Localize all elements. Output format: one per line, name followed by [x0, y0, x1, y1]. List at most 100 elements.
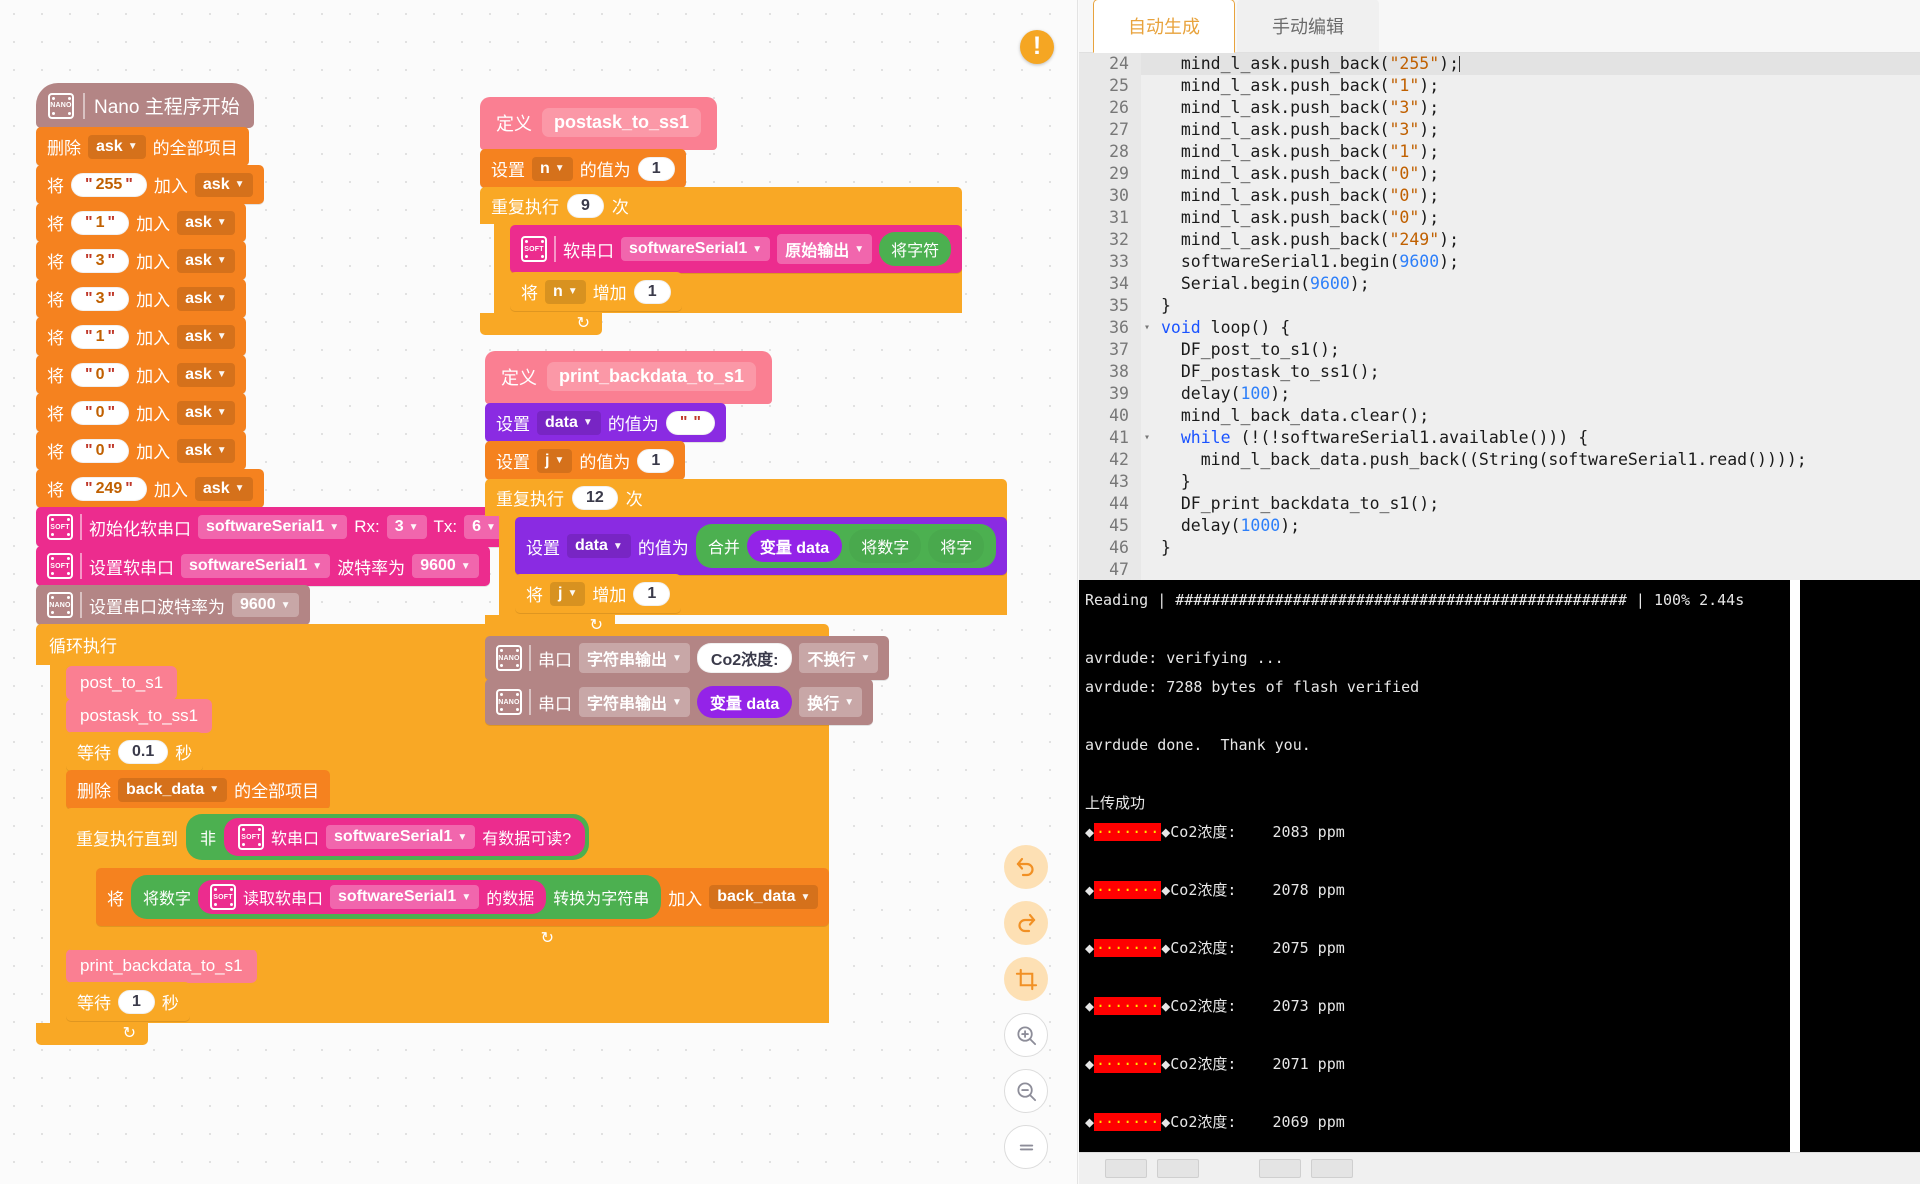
- change-variable-block[interactable]: 将 n ▼ 增加 1: [510, 272, 682, 311]
- wait-block[interactable]: 等待 1 秒: [66, 982, 190, 1021]
- code-line[interactable]: 24 mind_l_ask.push_back("255");: [1079, 53, 1920, 75]
- code-line[interactable]: 43 }: [1079, 471, 1920, 493]
- list-append-block[interactable]: 将 0 加入 ask ▼: [36, 355, 246, 394]
- softserial-init-block[interactable]: SOFT 初始化软串口 softwareSerial1 ▼ Rx: 3 ▼ Tx…: [36, 507, 515, 547]
- code-line[interactable]: 41 ▾ while (!(!softwareSerial1.available(…: [1079, 427, 1920, 449]
- code-editor[interactable]: 24 mind_l_ask.push_back("255"); 25 mind_l…: [1079, 53, 1920, 580]
- list-append-read-block[interactable]: 将 将数字 SOFT 读取软串口 softwareSerial1 ▼ 的数据 转…: [96, 868, 830, 926]
- value-input[interactable]: 1: [71, 210, 130, 235]
- canvas-toolbar[interactable]: [1004, 845, 1048, 1169]
- port-dropdown[interactable]: softwareSerial1 ▼: [326, 825, 476, 849]
- value-input[interactable]: 0: [71, 400, 130, 425]
- variable-dropdown[interactable]: j ▼: [550, 581, 586, 606]
- tab-auto-generate[interactable]: 自动生成: [1093, 0, 1235, 53]
- code-line[interactable]: 26 mind_l_ask.push_back("3");: [1079, 97, 1920, 119]
- port-dropdown[interactable]: softwareSerial1 ▼: [330, 885, 480, 909]
- console-toolbar[interactable]: [1079, 1152, 1920, 1184]
- crop-icon[interactable]: [1004, 957, 1048, 1001]
- list-dropdown[interactable]: ask ▼: [177, 210, 235, 235]
- set-data-variable-block[interactable]: 设置 data ▼ 的值为: [485, 403, 726, 442]
- zoom-in-icon[interactable]: [1004, 1013, 1048, 1057]
- baudrate-dropdown[interactable]: 9600 ▼: [412, 554, 479, 578]
- port-dropdown[interactable]: softwareSerial1 ▼: [198, 515, 348, 539]
- console-scrollbar[interactable]: [1790, 580, 1800, 1184]
- list-append-block[interactable]: 将 249 加入 ask ▼: [36, 469, 264, 508]
- console-button-3[interactable]: [1259, 1159, 1301, 1178]
- code-line[interactable]: 45 delay(1000);: [1079, 515, 1920, 537]
- code-line[interactable]: 39 delay(100);: [1079, 383, 1920, 405]
- newline-dropdown[interactable]: 换行 ▼: [799, 687, 863, 717]
- value-input[interactable]: 1: [633, 279, 671, 304]
- join-operator-block[interactable]: 合并 变量 data 将数字 将字: [695, 524, 997, 568]
- list-append-block[interactable]: 将 0 加入 ask ▼: [36, 393, 246, 432]
- code-line[interactable]: 33 softwareSerial1.begin(9600);: [1079, 251, 1920, 273]
- list-append-block[interactable]: 将 1 加入 ask ▼: [36, 317, 246, 356]
- code-line[interactable]: 27 mind_l_ask.push_back("3");: [1079, 119, 1920, 141]
- string-input[interactable]: [665, 410, 715, 435]
- list-append-block[interactable]: 将 255 加入 ask ▼: [36, 165, 264, 204]
- repeat-times-block[interactable]: 重复执行 12 次 设置 data ▼ 的值为 合并 变量 data 将数字 将…: [485, 479, 1008, 637]
- console-button-1[interactable]: [1105, 1159, 1147, 1178]
- console-button-4[interactable]: [1311, 1159, 1353, 1178]
- baudrate-dropdown[interactable]: 9600 ▼: [232, 593, 299, 617]
- set-j-variable-block[interactable]: 设置 j ▼ 的值为 1: [485, 441, 686, 480]
- console-button-2[interactable]: [1157, 1159, 1199, 1178]
- list-dropdown[interactable]: back_data ▼: [118, 777, 228, 802]
- list-dropdown[interactable]: ask ▼: [194, 172, 253, 197]
- string-operator-block[interactable]: 将字: [928, 529, 985, 563]
- list-dropdown[interactable]: ask ▼: [177, 362, 235, 387]
- list-append-block[interactable]: 将 3 加入 ask ▼: [36, 279, 246, 318]
- set-variable-block[interactable]: 设置 n ▼ 的值为 1: [480, 149, 686, 188]
- delete-all-items-block[interactable]: 删除 back_data ▼ 的全部项目: [66, 770, 331, 809]
- value-input[interactable]: 255: [71, 172, 147, 197]
- code-line[interactable]: 40 mind_l_back_data.clear();: [1079, 405, 1920, 427]
- warning-icon[interactable]: !: [1020, 30, 1054, 64]
- define-print-backdata-to-s1-stack[interactable]: 定义 print_backdata_to_s1 设置 data ▼ 的值为 设置…: [485, 351, 1008, 725]
- serial-console[interactable]: Reading | ##############################…: [1079, 580, 1920, 1184]
- output-type-dropdown[interactable]: 字符串输出 ▼: [579, 643, 690, 673]
- repeat-times-block[interactable]: 重复执行 9 次 SOFT 软串口 softwareSerial1 ▼ 原始输出…: [480, 187, 963, 335]
- variable-dropdown[interactable]: n ▼: [545, 279, 586, 304]
- redo-icon[interactable]: [1004, 901, 1048, 945]
- variable-dropdown[interactable]: j ▼: [537, 448, 573, 473]
- set-data-join-block[interactable]: 设置 data ▼ 的值为 合并 变量 data 将数字 将字: [515, 517, 1008, 575]
- value-input[interactable]: 3: [71, 286, 130, 311]
- wait-block[interactable]: 等待 0.1 秒: [66, 732, 204, 771]
- wait-seconds-input[interactable]: 0.1: [118, 739, 169, 764]
- list-append-block[interactable]: 将 0 加入 ask ▼: [36, 431, 246, 470]
- list-dropdown[interactable]: ask ▼: [177, 324, 235, 349]
- softserial-write-block[interactable]: SOFT 软串口 softwareSerial1 ▼ 原始输出 ▼ 将字符: [510, 225, 963, 273]
- code-line[interactable]: 46}: [1079, 537, 1920, 559]
- serial-print-data-block[interactable]: NANO 串口 字符串输出 ▼ 变量 data 换行 ▼: [485, 679, 874, 725]
- zoom-reset-icon[interactable]: [1004, 1125, 1048, 1169]
- list-dropdown[interactable]: back_data ▼: [709, 885, 819, 909]
- output-type-dropdown[interactable]: 字符串输出 ▼: [579, 687, 690, 717]
- newline-dropdown[interactable]: 不换行 ▼: [799, 643, 879, 673]
- code-line[interactable]: 31 mind_l_ask.push_back("0");: [1079, 207, 1920, 229]
- code-line[interactable]: 30 mind_l_ask.push_back("0");: [1079, 185, 1920, 207]
- call-print-backdata-to-s1-block[interactable]: print_backdata_to_s1: [66, 949, 257, 983]
- code-line[interactable]: 47: [1079, 559, 1920, 580]
- blocks-canvas[interactable]: ! NANO Nano 主程序开始 删除 ask ▼ 的全部项目 将 255 加…: [0, 0, 1078, 1184]
- call-post-to-s1-block[interactable]: post_to_s1: [66, 666, 178, 700]
- softserial-read-block[interactable]: SOFT 读取软串口 softwareSerial1 ▼ 的数据: [198, 880, 547, 914]
- repeat-count-input[interactable]: 9: [567, 193, 604, 218]
- number-to-string-block[interactable]: 将数字 SOFT 读取软串口 softwareSerial1 ▼ 的数据 转换为…: [131, 875, 662, 919]
- value-input[interactable]: 1: [637, 448, 675, 473]
- repeat-count-input[interactable]: 12: [572, 485, 618, 510]
- panel-tabs[interactable]: 自动生成 手动编辑: [1079, 0, 1920, 53]
- value-input[interactable]: 249: [71, 476, 147, 501]
- repeat-until-header[interactable]: 重复执行直到 非 SOFT 软串口 softwareSerial1 ▼ 有数据可…: [66, 808, 830, 866]
- code-line[interactable]: 42 mind_l_back_data.push_back((String(so…: [1079, 449, 1920, 471]
- define-hat-block[interactable]: 定义 print_backdata_to_s1: [485, 351, 773, 404]
- serial-print-label-block[interactable]: NANO 串口 字符串输出 ▼ Co2浓度: 不换行 ▼: [485, 636, 890, 680]
- list-dropdown[interactable]: ask ▼: [177, 400, 235, 425]
- port-dropdown[interactable]: softwareSerial1 ▼: [181, 554, 331, 578]
- softserial-available-block[interactable]: SOFT 软串口 softwareSerial1 ▼ 有数据可读?: [224, 818, 586, 856]
- value-input[interactable]: 0: [71, 362, 130, 387]
- value-input[interactable]: 1: [71, 324, 130, 349]
- repeat-header[interactable]: 重复执行 12 次: [485, 479, 1008, 516]
- code-line[interactable]: 44 DF_print_backdata_to_s1();: [1079, 493, 1920, 515]
- list-append-block[interactable]: 将 1 加入 ask ▼: [36, 203, 246, 242]
- code-line[interactable]: 38 DF_postask_to_ss1();: [1079, 361, 1920, 383]
